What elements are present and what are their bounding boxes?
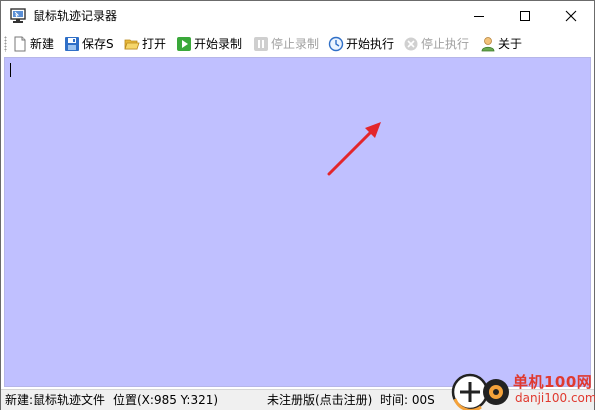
save-label: 保存S bbox=[82, 37, 114, 51]
watermark-site-name: 单机100网 bbox=[513, 373, 593, 391]
stop-circle-icon bbox=[404, 37, 418, 51]
recording-canvas[interactable] bbox=[4, 57, 591, 387]
start-execute-label: 开始执行 bbox=[346, 37, 395, 51]
new-button[interactable]: 新建 bbox=[12, 34, 54, 54]
open-folder-icon bbox=[124, 39, 140, 50]
title-bar[interactable]: 鼠标轨迹记录器 bbox=[1, 1, 594, 31]
open-label: 打开 bbox=[142, 37, 167, 51]
toolbar-grip[interactable] bbox=[4, 36, 7, 52]
minimize-icon bbox=[474, 16, 484, 17]
pause-icon bbox=[254, 37, 268, 51]
site-watermark: 单机100网 danji100.com bbox=[447, 369, 595, 410]
clock-icon bbox=[328, 36, 344, 52]
start-record-label: 开始录制 bbox=[194, 37, 243, 51]
user-icon bbox=[481, 37, 495, 52]
about-button[interactable]: 关于 bbox=[480, 34, 522, 54]
watermark-site-url: danji100.com bbox=[515, 391, 595, 405]
close-icon bbox=[565, 10, 577, 22]
start-execute-button[interactable]: 开始执行 bbox=[328, 34, 394, 54]
new-label: 新建 bbox=[30, 37, 55, 51]
register-link[interactable]: 未注册版(点击注册) bbox=[267, 393, 372, 408]
open-button[interactable]: 打开 bbox=[124, 34, 166, 54]
red-arrow-annotation bbox=[327, 122, 381, 176]
new-file-icon bbox=[14, 36, 26, 52]
toolbar: 新建 保存S 打开 开始录制 停止录制 开始执行 停止执行 关于 bbox=[1, 32, 594, 56]
watermark-record-icon bbox=[483, 379, 509, 405]
stop-record-label: 停止录制 bbox=[271, 37, 320, 51]
minimize-button[interactable] bbox=[456, 1, 502, 31]
monitor-app-icon bbox=[10, 8, 26, 23]
stop-record-button[interactable]: 停止录制 bbox=[253, 34, 319, 54]
maximize-button[interactable] bbox=[502, 1, 548, 31]
stop-execute-button[interactable]: 停止执行 bbox=[403, 34, 469, 54]
close-button[interactable] bbox=[548, 1, 594, 31]
file-status-text: 新建:鼠标轨迹文件 bbox=[5, 393, 106, 407]
about-label: 关于 bbox=[498, 37, 523, 51]
window-title: 鼠标轨迹记录器 bbox=[33, 9, 118, 23]
save-disk-icon bbox=[65, 37, 79, 51]
start-record-button[interactable]: 开始录制 bbox=[176, 34, 242, 54]
save-button[interactable]: 保存S bbox=[64, 34, 114, 54]
stop-execute-label: 停止执行 bbox=[421, 37, 470, 51]
maximize-icon bbox=[520, 11, 530, 21]
elapsed-time-text: 时间: 00S bbox=[380, 393, 435, 407]
app-window: 鼠标轨迹记录器 新建 保存S 打开 开始录制 停止录制 开始执行 停止执行 关于… bbox=[0, 0, 595, 410]
text-caret bbox=[10, 63, 11, 77]
mouse-position-text: 位置(X:985 Y:321) bbox=[113, 393, 219, 407]
play-record-icon bbox=[177, 37, 191, 51]
